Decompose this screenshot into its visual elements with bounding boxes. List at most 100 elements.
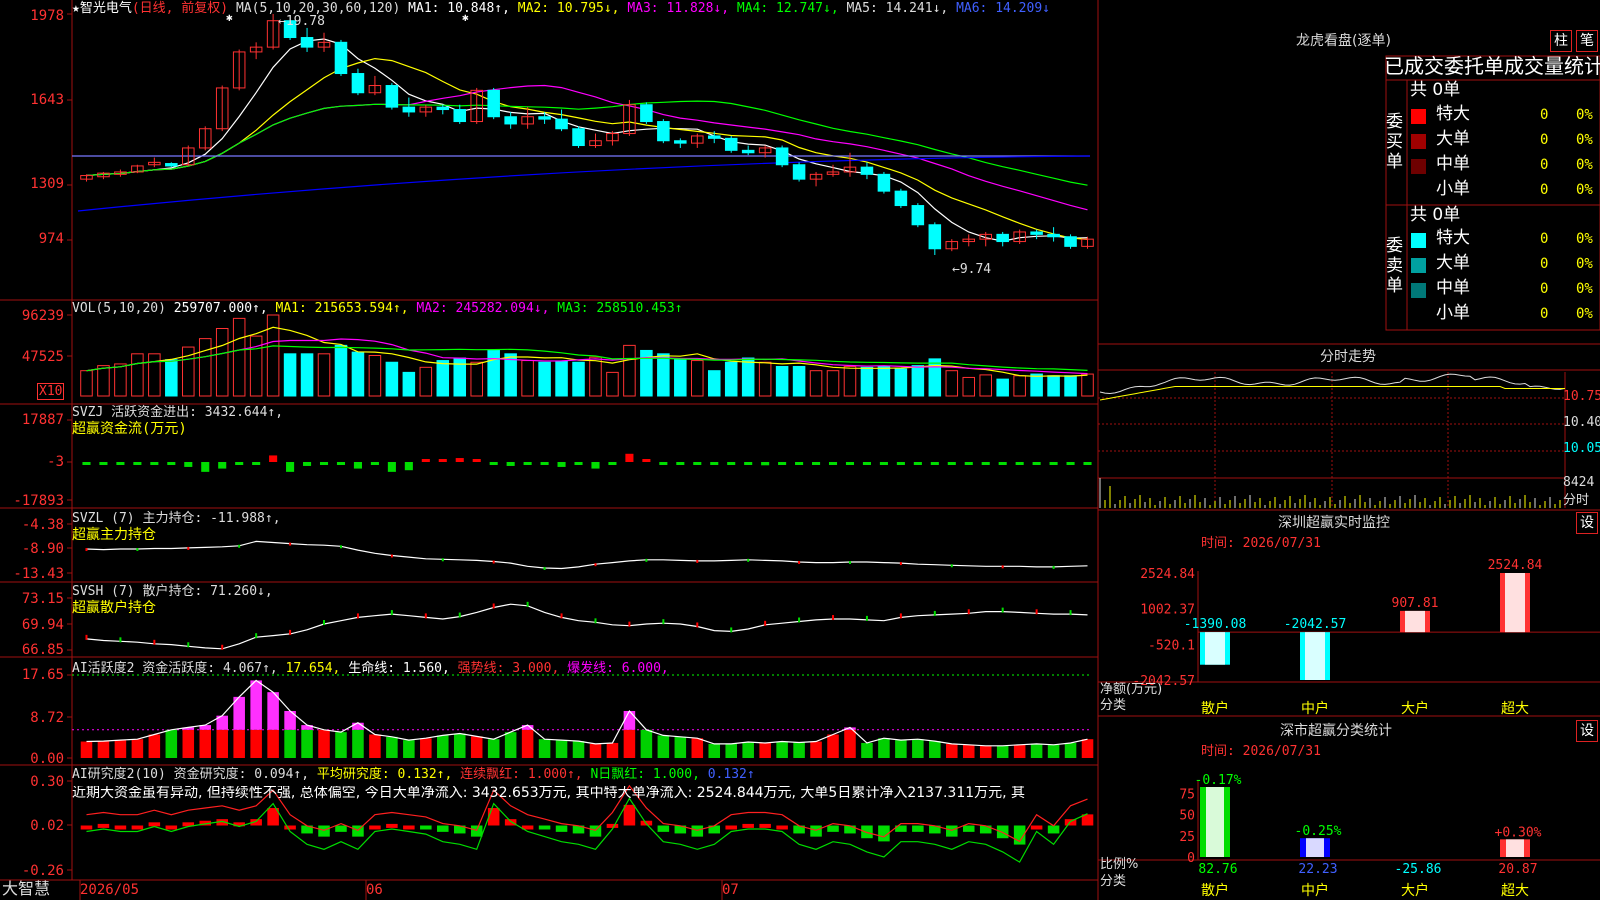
ss-change-label: +0.30% [1495, 825, 1542, 840]
ss-title: 深市超赢分类统计 [1280, 723, 1392, 739]
volume-bar [487, 349, 500, 397]
star-marker: ✱ [462, 11, 469, 24]
brand-logo[interactable]: 大智慧 [2, 881, 50, 897]
main-force-dot [390, 554, 393, 558]
ai2-h3: 连续飘红: 1.000↑, [460, 767, 583, 782]
flow-bar [353, 462, 362, 469]
candle [538, 116, 551, 120]
ss-axis-unit: 比例% [1100, 857, 1139, 872]
retail-dot [492, 603, 495, 609]
x-axis-label: 07 [722, 882, 739, 898]
retail-dot [832, 615, 835, 621]
sz-settings-button[interactable]: 设 [1576, 512, 1598, 534]
ss-settings-button[interactable]: 设 [1576, 720, 1598, 742]
ai2-header: AI研究度2(10) 资金研究度: 0.094↑, 平均研究度: 0.132↑,… [72, 768, 755, 781]
order-percent: 0% [1576, 306, 1593, 322]
period-label[interactable]: (日线, 前复权) [132, 1, 228, 16]
flow-bar [167, 462, 176, 465]
ai2-h2: 平均研究度: 0.132↑, [316, 767, 453, 782]
flow-bar [438, 459, 447, 462]
ai-header: AI活跃度2 资金活跃度: 4.067↑, 17.654, 生命线: 1.560… [72, 662, 669, 675]
volume-bar [148, 353, 161, 397]
activity-bar [962, 744, 975, 758]
svzj-y-label: -17893 [13, 493, 64, 509]
volume-bar [606, 371, 619, 397]
main-force-dot [798, 561, 801, 565]
flow-bar [1066, 462, 1075, 465]
research-bar [165, 825, 178, 830]
ai2-text: 近期大资金虽有异动, 但持续性不强, 总体偏空, 今日大单净流入: 3432.6… [72, 786, 1026, 800]
flow-bar [642, 459, 651, 462]
order-type-label: 中单 [1436, 154, 1470, 174]
main-force-dot [1052, 565, 1055, 569]
flow-bar [896, 462, 905, 465]
flow-bar [608, 462, 617, 465]
volume-bar [538, 361, 551, 397]
candle [707, 135, 721, 139]
research-bar [844, 825, 856, 834]
ai-y-label: 8.72 [30, 710, 64, 726]
svsh-y-label: 69.94 [21, 617, 64, 633]
order-count: 0 [1540, 306, 1549, 322]
order-stats-title: 已成交委托单成交量统计 [1384, 54, 1600, 78]
ma4-value: MA4: 12.747↓, [736, 1, 839, 16]
flow-bar [812, 462, 821, 465]
volume-bar [198, 338, 212, 397]
flow-bar [269, 455, 278, 462]
activity-bar [521, 729, 534, 758]
flow-bar [659, 462, 668, 465]
buy-total: 共 0单 [1410, 80, 1461, 100]
retail-dot [865, 615, 868, 621]
ai-y-label: 0.00 [30, 751, 64, 767]
activity-bar [420, 738, 432, 758]
flow-bar [133, 462, 142, 465]
vol-ma2: MA2: 245282.094↓, [416, 301, 550, 316]
volume-bar [741, 357, 755, 397]
activity-bar [165, 729, 178, 758]
svsh-sub: 超赢散户持仓 [72, 600, 156, 616]
order-type-label: 大单 [1436, 129, 1470, 149]
order-swatch [1411, 184, 1426, 199]
ma1-line [86, 38, 1088, 242]
flow-bar [625, 453, 634, 462]
bar-view-button[interactable]: 柱 [1550, 30, 1572, 52]
flow-bar [845, 462, 855, 465]
stock-title[interactable]: ★智光电气 [72, 1, 132, 16]
volume-bar [114, 363, 127, 397]
fs-title[interactable]: 分时走势 [1320, 350, 1376, 364]
chart-canvas: 2524.84 1002.37 -520.1 -2042.57 -1390.08 散户 -2… [0, 0, 1600, 900]
sz-y-label: -520.1 [1148, 638, 1195, 653]
sz-time: 时间: 2026/07/31 [1201, 536, 1321, 551]
activity-bar [182, 729, 195, 758]
sz-bar-shine [1505, 573, 1525, 633]
flow-bar [286, 462, 295, 472]
candle [436, 106, 450, 111]
flow-bar [591, 462, 600, 469]
activity-bar-top [267, 692, 279, 730]
vol-y-label: 96239 [21, 308, 64, 324]
sz-bar-label: 907.81 [1392, 596, 1439, 611]
flow-bar [727, 462, 736, 465]
flow-bar [506, 462, 515, 466]
ma1-value: MA1: 10.848↑, [408, 1, 510, 16]
sz-monitor-title: 深圳超赢实时监控 [1278, 515, 1390, 531]
retail-dot [119, 637, 122, 643]
sz-bar-shine [1305, 632, 1325, 680]
sz-cat-label: 中户 [1301, 700, 1329, 717]
tick-view-button[interactable]: 笔 [1576, 30, 1598, 52]
ma4-line [86, 100, 1088, 186]
candle [741, 149, 755, 154]
volume-bar [979, 374, 992, 397]
sz-y-label: 1002.37 [1140, 603, 1195, 618]
order-type-label: 大单 [1436, 253, 1470, 273]
activity-bar [555, 740, 568, 758]
order-percent: 0% [1576, 256, 1593, 272]
activity-bar [267, 729, 279, 758]
vol-name: VOL(5,10,20) [72, 301, 166, 316]
volume-bar [877, 365, 891, 397]
low-marker: ←9.74 [952, 262, 992, 277]
ma3-value: MA3: 11.828↓, [627, 1, 730, 16]
research-bar [759, 823, 771, 828]
retail-dot [967, 609, 970, 615]
flow-bar [964, 462, 973, 465]
